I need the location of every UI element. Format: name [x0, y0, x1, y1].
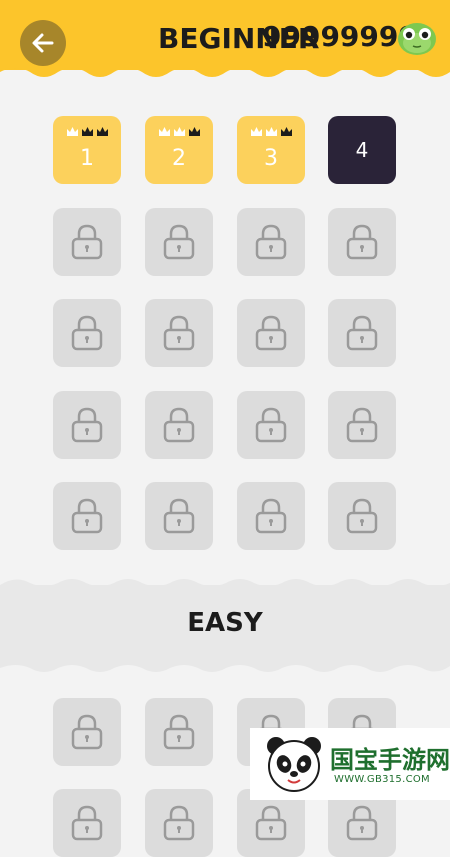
- level-tile-completed[interactable]: 2: [145, 116, 213, 184]
- level-tile-locked[interactable]: [328, 299, 396, 367]
- crown-empty-icon: [188, 127, 200, 136]
- lock-icon: [163, 805, 195, 841]
- lock-icon: [255, 224, 287, 260]
- lock-icon: [255, 498, 287, 534]
- lock-icon: [255, 407, 287, 443]
- section-wave-bottom: [0, 662, 450, 672]
- level-tile-completed[interactable]: 1: [53, 116, 121, 184]
- level-tile-locked[interactable]: [145, 208, 213, 276]
- level-tile-locked[interactable]: [328, 208, 396, 276]
- level-tile-locked[interactable]: [53, 698, 121, 766]
- level-tile-completed[interactable]: 3: [237, 116, 305, 184]
- level-tile-locked[interactable]: [237, 208, 305, 276]
- panda-logo-icon: [267, 737, 321, 792]
- level-grid: 1 2 3 4: [0, 0, 450, 857]
- crown-filled-icon: [66, 127, 78, 136]
- crown-empty-icon: [81, 127, 93, 136]
- lock-icon: [71, 315, 103, 351]
- lock-icon: [71, 714, 103, 750]
- section-wave-top: [0, 579, 450, 589]
- lock-icon: [346, 315, 378, 351]
- lock-icon: [346, 805, 378, 841]
- crown-empty-icon: [280, 127, 292, 136]
- level-tile-locked[interactable]: [145, 299, 213, 367]
- level-tile-current[interactable]: 4: [328, 116, 396, 184]
- lock-icon: [163, 315, 195, 351]
- level-number: 1: [80, 145, 94, 171]
- lock-icon: [71, 805, 103, 841]
- level-tile-locked[interactable]: [53, 482, 121, 550]
- section-title: EASY: [187, 608, 263, 638]
- level-tile-locked[interactable]: [53, 789, 121, 857]
- lock-icon: [163, 224, 195, 260]
- lock-icon: [255, 805, 287, 841]
- level-tile-locked[interactable]: [145, 698, 213, 766]
- level-tile-locked[interactable]: [53, 299, 121, 367]
- level-tile-locked[interactable]: [145, 789, 213, 857]
- watermark: 国宝手游网 WWW.GB315.COM: [250, 728, 450, 800]
- crown-empty-icon: [96, 127, 108, 136]
- level-number: 2: [172, 145, 186, 171]
- lock-icon: [71, 407, 103, 443]
- level-tile-locked[interactable]: [237, 299, 305, 367]
- level-number: 3: [264, 145, 278, 171]
- lock-icon: [163, 714, 195, 750]
- lock-icon: [71, 498, 103, 534]
- lock-icon: [163, 498, 195, 534]
- crown-filled-icon: [265, 127, 277, 136]
- level-tile-locked[interactable]: [145, 391, 213, 459]
- level-tile-locked[interactable]: [145, 482, 213, 550]
- lock-icon: [71, 224, 103, 260]
- crown-rating: [53, 126, 121, 137]
- lock-icon: [163, 407, 195, 443]
- crown-filled-icon: [173, 127, 185, 136]
- crown-rating: [237, 126, 305, 137]
- watermark-title: 国宝手游网: [330, 746, 450, 774]
- lock-icon: [346, 498, 378, 534]
- level-tile-locked[interactable]: [237, 391, 305, 459]
- level-tile-locked[interactable]: [328, 391, 396, 459]
- crown-filled-icon: [158, 127, 170, 136]
- level-tile-locked[interactable]: [237, 482, 305, 550]
- level-tile-locked[interactable]: [53, 208, 121, 276]
- level-number: 4: [355, 138, 369, 162]
- level-tile-locked[interactable]: [53, 391, 121, 459]
- crown-filled-icon: [250, 127, 262, 136]
- watermark-url: WWW.GB315.COM: [334, 774, 430, 785]
- lock-icon: [346, 407, 378, 443]
- lock-icon: [255, 315, 287, 351]
- crown-rating: [145, 126, 213, 137]
- lock-icon: [346, 224, 378, 260]
- level-tile-locked[interactable]: [328, 482, 396, 550]
